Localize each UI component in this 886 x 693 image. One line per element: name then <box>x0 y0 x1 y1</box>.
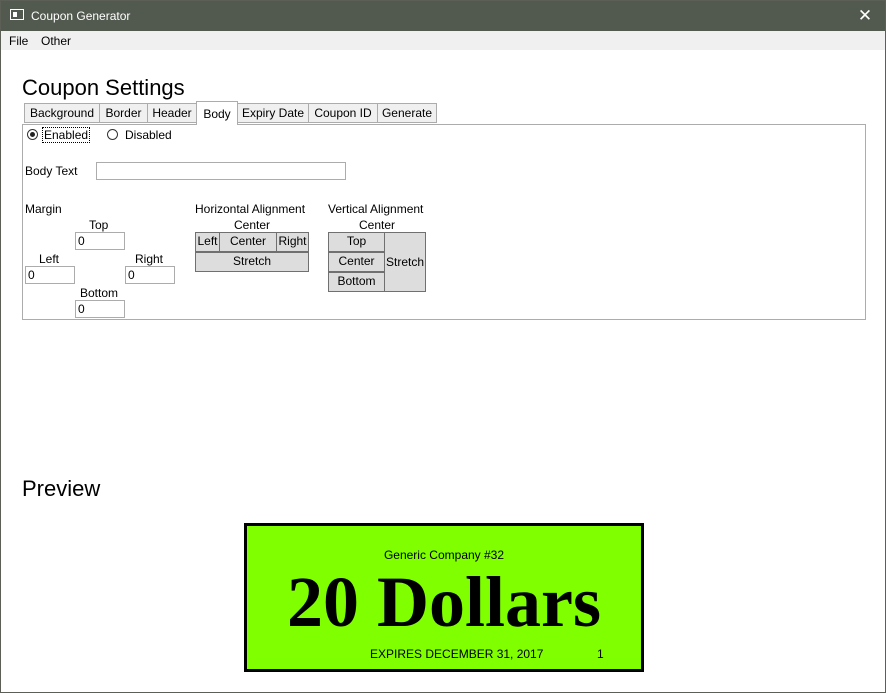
v-align-center-button[interactable]: Center <box>328 252 385 272</box>
coupon-expiry-text: EXPIRES DECEMBER 31, 2017 <box>370 647 544 661</box>
close-icon[interactable]: ✕ <box>845 1 885 31</box>
tab-background[interactable]: Background <box>24 103 100 123</box>
h-align-stretch-button[interactable]: Stretch <box>195 252 309 272</box>
h-align-right-button[interactable]: Right <box>276 232 309 252</box>
margin-left-input[interactable] <box>25 266 75 284</box>
tab-header[interactable]: Header <box>147 103 197 123</box>
enabled-radio[interactable] <box>27 129 38 140</box>
coupon-body-text: 20 Dollars <box>287 562 601 642</box>
coupon-preview: Generic Company #32 20 Dollars EXPIRES D… <box>244 523 644 672</box>
v-align-top-button[interactable]: Top <box>328 232 385 252</box>
app-window: Coupon Generator ✕ File Other Coupon Set… <box>0 0 886 693</box>
horizontal-alignment-value: Center <box>233 218 271 232</box>
h-align-center-button[interactable]: Center <box>219 232 277 252</box>
disabled-radio[interactable] <box>107 129 118 140</box>
horizontal-alignment-label: Horizontal Alignment <box>195 202 306 216</box>
tab-body[interactable]: Body <box>196 101 238 125</box>
v-align-stretch-button[interactable]: Stretch <box>384 232 426 292</box>
disabled-label[interactable]: Disabled <box>125 128 172 142</box>
margin-right-input[interactable] <box>125 266 175 284</box>
vertical-alignment-label: Vertical Alignment <box>328 202 424 216</box>
coupon-header-text: Generic Company #32 <box>383 548 505 562</box>
menu-bar: File Other <box>1 31 885 50</box>
margin-label: Margin <box>25 202 62 216</box>
body-tab-panel: Enabled Disabled Body Text Margin Top Le… <box>22 124 866 320</box>
tab-expiry-date[interactable]: Expiry Date <box>237 103 309 123</box>
margin-top-label: Top <box>89 218 109 232</box>
margin-left-label: Left <box>39 252 60 266</box>
title-bar[interactable]: Coupon Generator ✕ <box>1 1 885 31</box>
enabled-label[interactable]: Enabled <box>42 127 91 143</box>
preview-heading: Preview <box>22 476 101 501</box>
body-text-label: Body Text <box>25 164 78 178</box>
margin-right-label: Right <box>135 252 164 266</box>
settings-heading: Coupon Settings <box>22 75 185 100</box>
coupon-id-text: 1 <box>597 647 604 661</box>
tab-coupon-id[interactable]: Coupon ID <box>308 103 378 123</box>
vertical-alignment-value: Center <box>358 218 396 232</box>
app-window-icon <box>10 9 24 20</box>
window-title: Coupon Generator <box>31 9 131 23</box>
menu-file[interactable]: File <box>9 34 28 48</box>
body-text-input[interactable] <box>96 162 346 180</box>
tab-generate[interactable]: Generate <box>377 103 437 123</box>
margin-bottom-input[interactable] <box>75 300 125 318</box>
tab-border[interactable]: Border <box>99 103 148 123</box>
margin-bottom-label: Bottom <box>80 286 119 300</box>
v-align-bottom-button[interactable]: Bottom <box>328 272 385 292</box>
h-align-left-button[interactable]: Left <box>195 232 220 252</box>
margin-top-input[interactable] <box>75 232 125 250</box>
menu-other[interactable]: Other <box>41 34 71 48</box>
